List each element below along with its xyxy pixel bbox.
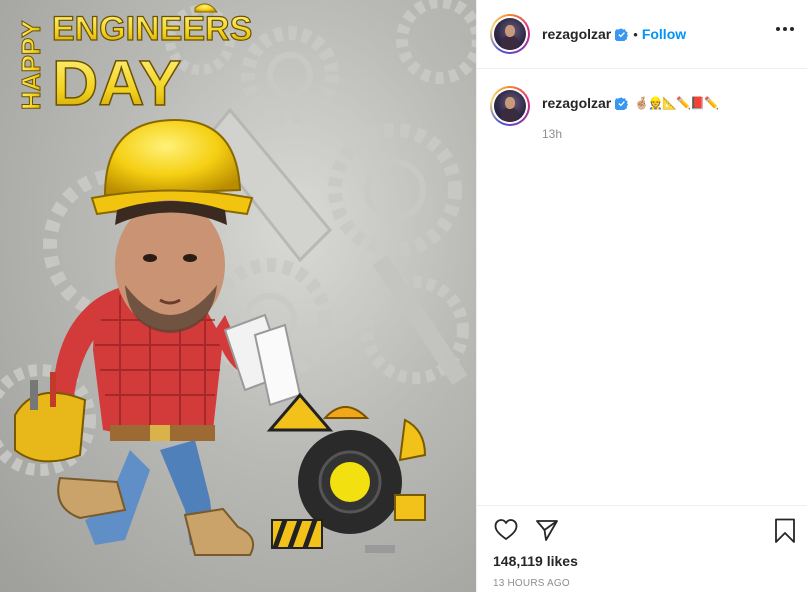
caption: rezagolzar 🤞🏼👷📐✏️📕✏️ 13h <box>490 86 719 141</box>
post-actions: 148,119 likes 13 HOURS AGO <box>477 505 807 592</box>
caption-timestamp[interactable]: 13h <box>542 127 718 141</box>
verified-badge-icon <box>615 27 629 41</box>
engineers-day-illustration: HAPPY ENGINEERS DAY <box>0 0 476 556</box>
follow-button[interactable]: Follow <box>642 26 686 42</box>
blueprint-rolls <box>223 313 302 407</box>
instagram-post: HAPPY ENGINEERS DAY rezagolzar • Follow … <box>0 0 807 592</box>
bookmark-icon[interactable] <box>774 518 796 544</box>
post-sidebar: rezagolzar • Follow rezagolzar 🤞🏼👷📐✏️📕✏️… <box>476 0 807 592</box>
caption-username[interactable]: rezagolzar <box>542 95 611 111</box>
more-options-icon[interactable] <box>776 27 794 31</box>
caption-avatar[interactable] <box>490 86 530 126</box>
title-day: DAY <box>52 47 181 119</box>
separator-dot: • <box>633 26 638 42</box>
paper-plane-icon[interactable] <box>535 518 559 542</box>
caption-text: 🤞🏼👷📐✏️📕✏️ <box>634 96 719 110</box>
tools-pile <box>266 392 427 553</box>
post-timestamp[interactable]: 13 HOURS AGO <box>493 578 570 589</box>
avatar[interactable] <box>490 14 530 54</box>
post-header: rezagolzar • Follow <box>477 0 807 69</box>
likes-count[interactable]: 148,119 likes <box>493 553 578 569</box>
title-happy: HAPPY <box>16 20 46 110</box>
post-image[interactable]: HAPPY ENGINEERS DAY <box>0 0 476 592</box>
heart-icon[interactable] <box>493 518 519 542</box>
username-link[interactable]: rezagolzar <box>542 26 611 42</box>
verified-badge-icon <box>615 96 629 110</box>
title-engineers: ENGINEERS <box>52 10 252 48</box>
